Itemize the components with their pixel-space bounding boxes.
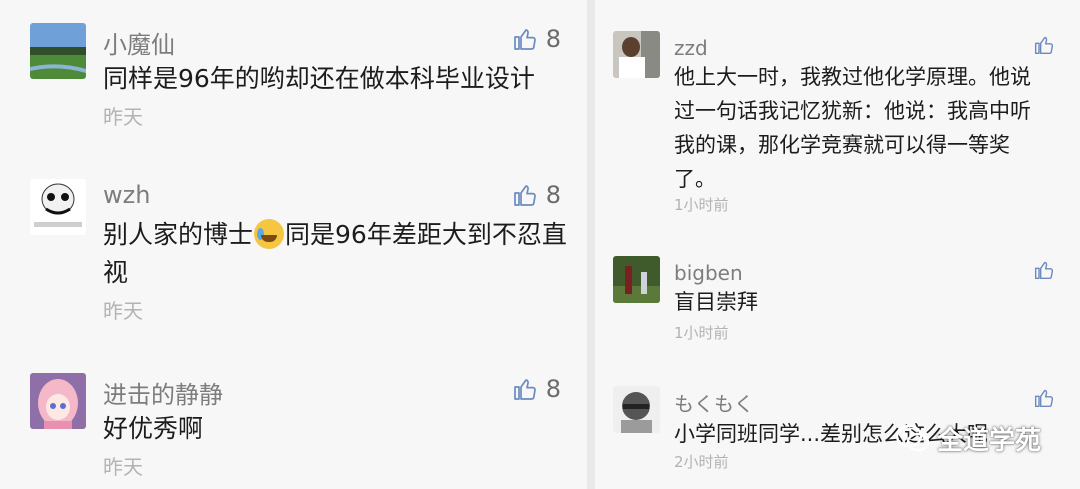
comment-author[interactable]: もくもく [674, 388, 754, 417]
comment-text: 盲目崇拜 [674, 290, 758, 314]
thumbs-up-icon [1034, 36, 1054, 55]
like-button[interactable] [1034, 388, 1054, 408]
wechat-icon [895, 424, 930, 451]
left-comment-panel: 小魔仙 8 同样是96年的哟却还在做本科毕业设计 昨天 wzh 8 别人家的博士… [0, 0, 587, 489]
comment-text-part: 别人家的博士 [103, 220, 254, 249]
right-comment-panel: zzd 他上大一时，我教过他化学原理。他说过一句话我记忆犹新：他说：我高中听我的… [595, 0, 1080, 489]
watermark: 全道学苑 [895, 420, 1041, 457]
like-button[interactable] [1034, 260, 1054, 280]
comment-time: 昨天 [103, 299, 143, 323]
watermark-text: 全道学苑 [937, 426, 1042, 456]
comment-time: 1小时前 [674, 196, 729, 214]
avatar[interactable] [613, 256, 660, 303]
comment-text: 别人家的博士 同是96年差距大到不忍直视 [103, 216, 573, 292]
comment-time: 昨天 [103, 105, 143, 129]
avatar[interactable] [613, 386, 660, 433]
avatar[interactable] [30, 23, 86, 79]
comment-text: 他上大一时，我教过他化学原理。他说过一句话我记忆犹新：他说：我高中听我的课，那化… [674, 65, 1031, 191]
comment-time: 昨天 [103, 455, 143, 479]
thumbs-up-icon [1034, 389, 1054, 408]
thumbs-up-icon [513, 29, 536, 50]
comment-author[interactable]: wzh [103, 181, 150, 209]
thumbs-up-icon [513, 185, 536, 206]
avatar[interactable] [30, 179, 86, 235]
comment-author[interactable]: 小魔仙 [103, 25, 175, 60]
comment-time: 2小时前 [674, 453, 729, 471]
comment-text: 好优秀啊 [103, 414, 204, 443]
avatar[interactable] [30, 373, 86, 429]
like-count: 8 [545, 25, 561, 53]
comment-text: 同样是96年的哟却还在做本科毕业设计 [103, 64, 535, 93]
thumbs-up-icon [513, 379, 536, 400]
like-button[interactable]: 8 [513, 181, 561, 209]
comment-author[interactable]: 进击的静静 [103, 375, 223, 410]
comment-time: 1小时前 [674, 324, 729, 342]
comment-author[interactable]: bigben [674, 261, 743, 285]
crying-face-icon [254, 219, 285, 249]
like-button[interactable] [1034, 35, 1054, 55]
like-button[interactable]: 8 [513, 25, 561, 53]
like-count: 8 [545, 375, 561, 403]
like-button[interactable]: 8 [513, 375, 561, 403]
comment-author[interactable]: zzd [674, 36, 708, 60]
thumbs-up-icon [1034, 261, 1054, 280]
avatar[interactable] [613, 31, 660, 78]
like-count: 8 [545, 181, 561, 209]
